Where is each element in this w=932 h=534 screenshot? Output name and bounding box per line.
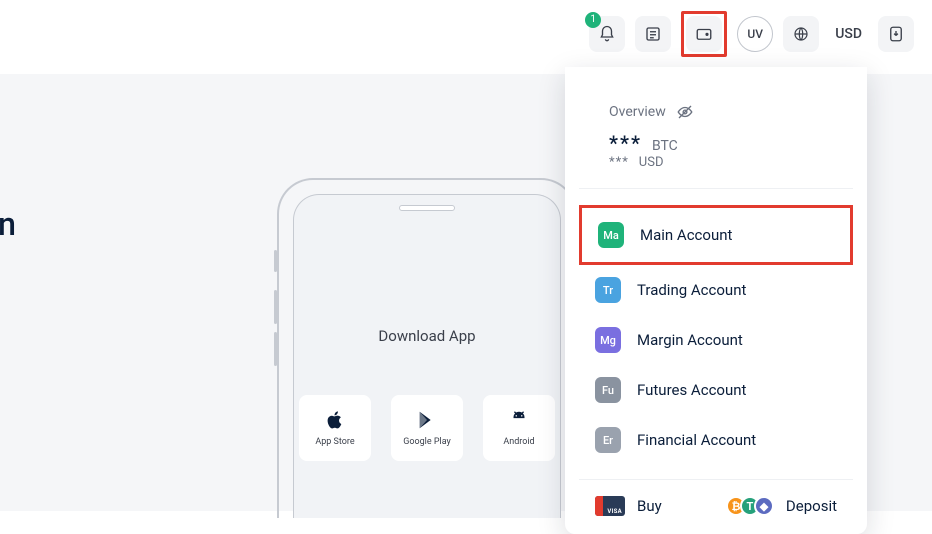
balance-secondary-ccy: USD <box>639 155 664 170</box>
buy-button[interactable]: VISA Buy <box>595 496 662 516</box>
buy-label: Buy <box>637 497 662 515</box>
android-icon <box>508 409 530 431</box>
crypto-coins-icon: ₿ T ◆ <box>726 496 774 516</box>
orders-button[interactable] <box>635 16 671 52</box>
balance-ccy: BTC <box>652 138 678 154</box>
account-margin[interactable]: Mg Margin Account <box>565 315 867 365</box>
wallet-button[interactable] <box>686 16 722 52</box>
bell-icon <box>598 25 616 43</box>
deposit-label: Deposit <box>786 497 837 515</box>
store-label: App Store <box>315 437 354 447</box>
download-icon <box>887 25 905 43</box>
google-play-button[interactable]: Google Play <box>391 395 463 461</box>
account-label: Margin Account <box>637 331 743 349</box>
topbar: 1 UV USD <box>0 0 932 67</box>
account-badge: Mg <box>595 327 621 353</box>
app-store-button[interactable]: App Store <box>299 395 371 461</box>
account-trading[interactable]: Tr Trading Account <box>565 265 867 315</box>
phone-mockup: Download App App Store Google Play Andro… <box>277 178 577 518</box>
apple-icon <box>324 409 346 431</box>
visa-card-icon: VISA <box>595 496 625 516</box>
account-badge: Er <box>595 427 621 453</box>
notifications-button[interactable]: 1 <box>589 16 625 52</box>
hero-text-fragment: in <box>0 205 16 243</box>
account-label: Main Account <box>640 226 732 244</box>
store-label: Android <box>503 437 534 447</box>
wallet-dropdown-panel: Overview *** BTC *** USD Ma Main Account… <box>565 67 867 534</box>
account-badge: Ma <box>598 222 624 248</box>
google-play-icon <box>416 409 438 431</box>
wallet-button-highlight <box>681 11 727 57</box>
account-label: Financial Account <box>637 431 756 449</box>
overview-label: Overview <box>609 104 666 120</box>
account-main[interactable]: Ma Main Account <box>582 208 850 262</box>
account-label: Futures Account <box>637 381 746 399</box>
currency-selector[interactable]: USD <box>829 26 868 42</box>
download-button[interactable] <box>878 16 914 52</box>
language-button[interactable] <box>783 16 819 52</box>
eye-off-icon[interactable] <box>676 103 694 121</box>
balance-secondary-masked: *** <box>609 155 629 170</box>
account-financial[interactable]: Er Financial Account <box>565 415 867 465</box>
avatar-initials: UV <box>747 27 763 41</box>
wallet-icon <box>695 25 713 43</box>
store-label: Google Play <box>403 437 451 447</box>
download-app-title: Download App <box>294 327 560 345</box>
account-badge: Tr <box>595 277 621 303</box>
notification-badge: 1 <box>585 12 601 28</box>
overview-section: Overview *** BTC *** USD <box>579 103 853 189</box>
main-account-highlight: Ma Main Account <box>579 205 853 265</box>
balance-masked: *** <box>609 131 642 155</box>
android-button[interactable]: Android <box>483 395 555 461</box>
deposit-button[interactable]: ₿ T ◆ Deposit <box>726 496 837 516</box>
list-icon <box>644 25 662 43</box>
account-badge: Fu <box>595 377 621 403</box>
account-label: Trading Account <box>637 281 746 299</box>
avatar-button[interactable]: UV <box>737 16 773 52</box>
globe-icon <box>792 25 810 43</box>
account-futures[interactable]: Fu Futures Account <box>565 365 867 415</box>
